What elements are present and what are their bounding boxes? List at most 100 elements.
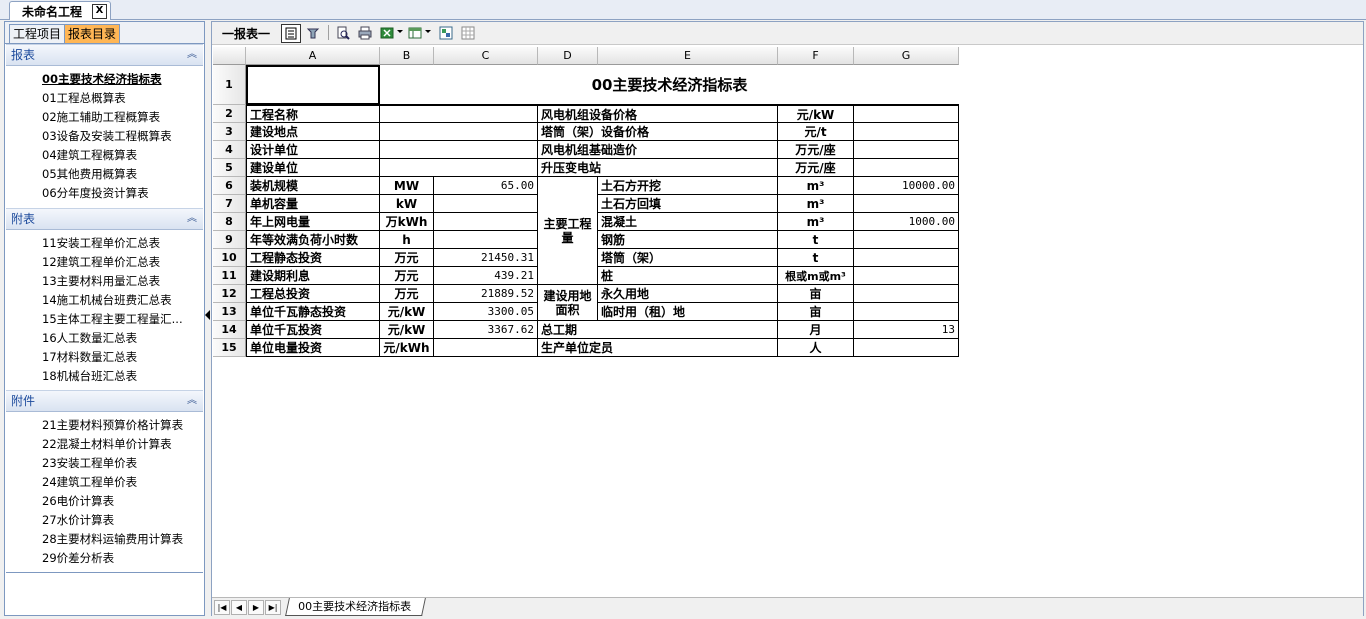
row-header-9[interactable]: 9 <box>213 231 246 249</box>
cell-de4[interactable]: 风电机组基础造价 <box>538 141 778 159</box>
cell-g5[interactable] <box>854 159 959 177</box>
cell-d6-merged[interactable]: 主要工程量 <box>538 177 598 285</box>
print-preview-icon[interactable] <box>334 24 352 41</box>
row-header-13[interactable]: 13 <box>213 303 246 321</box>
cell-a13[interactable]: 单位千瓦静态投资 <box>247 303 380 321</box>
cell-f10[interactable]: t <box>778 249 854 267</box>
report-item-23[interactable]: 23安装工程单价表 <box>6 454 203 473</box>
print-icon[interactable] <box>356 24 374 41</box>
report-item-02[interactable]: 02施工辅助工程概算表 <box>6 108 203 127</box>
cell-f13[interactable]: 亩 <box>778 303 854 321</box>
cell-c7[interactable] <box>434 195 538 213</box>
report-item-28[interactable]: 28主要材料运输费用计算表 <box>6 530 203 549</box>
cell-b6[interactable]: MW <box>380 177 434 195</box>
cell-b15[interactable]: 元/kWh <box>380 339 434 357</box>
cell-a10[interactable]: 工程静态投资 <box>247 249 380 267</box>
export-excel-dropdown-icon[interactable] <box>397 30 403 33</box>
spreadsheet-grid[interactable]: A B C D E F G 1 2 3 4 5 6 7 8 9 10 11 12… <box>213 47 1362 597</box>
tab-report-catalog[interactable]: 报表目录 <box>64 24 121 43</box>
report-item-17[interactable]: 17材料数量汇总表 <box>6 348 203 367</box>
cell-b8[interactable]: 万kWh <box>380 213 434 231</box>
cell-f2[interactable]: 元/kW <box>778 106 854 123</box>
cell-e10[interactable]: 塔筒（架） <box>598 249 778 267</box>
cell-a12[interactable]: 工程总投资 <box>247 285 380 303</box>
last-sheet-icon[interactable]: ▶| <box>265 600 281 615</box>
report-item-15[interactable]: 15主体工程主要工程量汇... <box>6 310 203 329</box>
cell-c6[interactable]: 65.00 <box>434 177 538 195</box>
row-header-15[interactable]: 15 <box>213 339 246 357</box>
cell-b10[interactable]: 万元 <box>380 249 434 267</box>
report-item-05[interactable]: 05其他费用概算表 <box>6 165 203 184</box>
cell-b11[interactable]: 万元 <box>380 267 434 285</box>
cell-b7[interactable]: kW <box>380 195 434 213</box>
document-tab[interactable]: 未命名工程 X <box>9 1 111 20</box>
cell-c14[interactable]: 3367.62 <box>434 321 538 339</box>
cell-g4[interactable] <box>854 141 959 159</box>
cell-e8[interactable]: 混凝土 <box>598 213 778 231</box>
column-header-b[interactable]: B <box>380 47 434 65</box>
report-item-14[interactable]: 14施工机械台班费汇总表 <box>6 291 203 310</box>
cell-g8[interactable]: 1000.00 <box>854 213 959 231</box>
cell-d12-merged[interactable]: 建设用地面积 <box>538 285 598 321</box>
cell-a9[interactable]: 年等效满负荷小时数 <box>247 231 380 249</box>
selected-cell-a1[interactable] <box>246 65 380 105</box>
cell-e12[interactable]: 永久用地 <box>598 285 778 303</box>
cell-a8[interactable]: 年上网电量 <box>247 213 380 231</box>
cell-f3[interactable]: 元/t <box>778 123 854 141</box>
row-header-12[interactable]: 12 <box>213 285 246 303</box>
row-header-14[interactable]: 14 <box>213 321 246 339</box>
export-sheet-dropdown-icon[interactable] <box>425 30 431 33</box>
export-sheet-icon[interactable] <box>406 24 424 41</box>
cell-g2[interactable] <box>854 106 959 123</box>
section-header-appendix-tables[interactable]: 附表 ︽ <box>6 208 203 230</box>
collapse-icon[interactable]: ︽ <box>187 391 197 411</box>
collapse-icon[interactable]: ︽ <box>187 45 197 65</box>
report-item-29[interactable]: 29价差分析表 <box>6 549 203 568</box>
collapse-left-arrow-icon[interactable] <box>205 310 210 320</box>
column-header-a[interactable]: A <box>246 47 380 65</box>
cell-c9[interactable] <box>434 231 538 249</box>
section-header-reports[interactable]: 报表 ︽ <box>6 44 203 66</box>
column-header-d[interactable]: D <box>538 47 598 65</box>
cell-de15[interactable]: 生产单位定员 <box>538 339 778 357</box>
grid-icon[interactable] <box>459 24 477 41</box>
row-header-6[interactable]: 6 <box>213 177 246 195</box>
cell-g13[interactable] <box>854 303 959 321</box>
next-sheet-icon[interactable]: ▶ <box>248 600 264 615</box>
column-header-c[interactable]: C <box>434 47 538 65</box>
cell-bc5[interactable] <box>380 159 538 177</box>
row-header-3[interactable]: 3 <box>213 123 246 141</box>
sheet-tab[interactable]: 00主要技术经济指标表 <box>285 598 426 616</box>
cell-c11[interactable]: 439.21 <box>434 267 538 285</box>
row-header-5[interactable]: 5 <box>213 159 246 177</box>
cell-e9[interactable]: 钢筋 <box>598 231 778 249</box>
cell-de2[interactable]: 风电机组设备价格 <box>538 106 778 123</box>
report-item-13[interactable]: 13主要材料用量汇总表 <box>6 272 203 291</box>
row-header-10[interactable]: 10 <box>213 249 246 267</box>
cell-c10[interactable]: 21450.31 <box>434 249 538 267</box>
cell-f8[interactable]: m³ <box>778 213 854 231</box>
cell-a11[interactable]: 建设期利息 <box>247 267 380 285</box>
cell-f7[interactable]: m³ <box>778 195 854 213</box>
cell-de3[interactable]: 塔筒（架）设备价格 <box>538 123 778 141</box>
report-item-27[interactable]: 27水价计算表 <box>6 511 203 530</box>
column-header-e[interactable]: E <box>598 47 778 65</box>
report-item-16[interactable]: 16人工数量汇总表 <box>6 329 203 348</box>
cell-a4[interactable]: 设计单位 <box>247 141 380 159</box>
cell-f6[interactable]: m³ <box>778 177 854 195</box>
report-item-26[interactable]: 26电价计算表 <box>6 492 203 511</box>
cell-e13[interactable]: 临时用（租）地 <box>598 303 778 321</box>
cell-c13[interactable]: 3300.05 <box>434 303 538 321</box>
cell-g12[interactable] <box>854 285 959 303</box>
report-item-01[interactable]: 01工程总概算表 <box>6 89 203 108</box>
cell-de14[interactable]: 总工期 <box>538 321 778 339</box>
cell-e11[interactable]: 桩 <box>598 267 778 285</box>
report-item-04[interactable]: 04建筑工程概算表 <box>6 146 203 165</box>
design-tool-icon[interactable] <box>304 24 322 41</box>
cell-a3[interactable]: 建设地点 <box>247 123 380 141</box>
close-icon[interactable]: X <box>92 4 107 19</box>
row-header-2[interactable]: 2 <box>213 105 246 123</box>
cell-f11[interactable]: 根或m或m³ <box>778 267 854 285</box>
corner-header[interactable] <box>213 47 246 65</box>
cell-c8[interactable] <box>434 213 538 231</box>
